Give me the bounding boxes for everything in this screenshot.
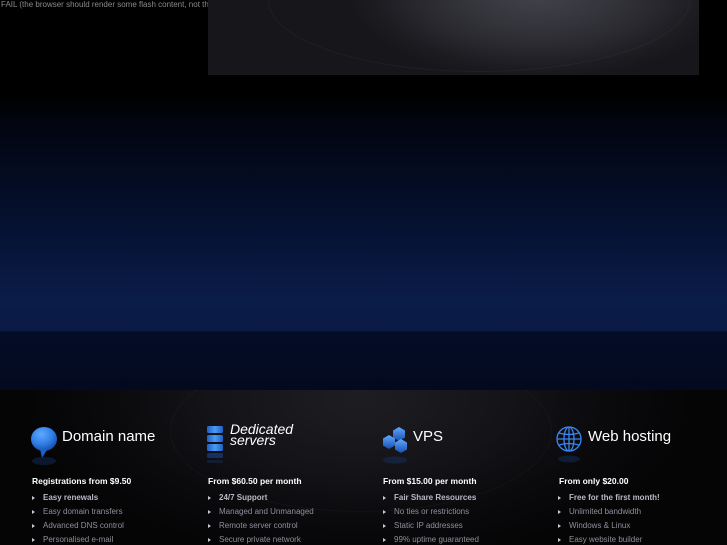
- bullet-icon: [383, 510, 386, 514]
- product-header[interactable]: Web hosting: [556, 420, 724, 466]
- bullet-icon: [208, 524, 211, 528]
- product-domain-name: Domain name Registrations from $9.50 Eas…: [30, 420, 198, 544]
- feature-list: Easy renewals Easy domain transfers Adva…: [32, 491, 124, 545]
- bullet-icon: [558, 524, 561, 528]
- feature-item: 24/7 Support: [208, 491, 314, 505]
- product-title: Dedicated servers: [230, 421, 294, 448]
- bullet-icon: [558, 510, 561, 514]
- bullet-icon: [208, 538, 211, 542]
- speech-bubble-icon: [31, 427, 57, 465]
- feature-list: 24/7 Support Managed and Unmanaged Remot…: [208, 491, 314, 545]
- product-header[interactable]: VPS: [381, 420, 549, 466]
- product-price: From $60.50 per month: [208, 476, 302, 486]
- feature-item: Fair Share Resources: [383, 491, 479, 505]
- flash-decor: [268, 0, 690, 72]
- product-header[interactable]: Domain name: [30, 420, 198, 466]
- product-price: Registrations from $9.50: [32, 476, 132, 486]
- product-title: VPS: [413, 428, 444, 445]
- feature-item: Windows & Linux: [558, 519, 660, 533]
- feature-list: Fair Share Resources No ties or restrict…: [383, 491, 479, 545]
- feature-list: Free for the first month! Unlimited band…: [558, 491, 660, 545]
- product-title: Web hosting: [588, 428, 672, 445]
- feature-item: Remote server control: [208, 519, 314, 533]
- bullet-icon: [208, 496, 211, 500]
- bullet-icon: [32, 538, 35, 542]
- product-header[interactable]: Dedicated servers: [206, 420, 374, 466]
- feature-item: No ties or restrictions: [383, 505, 479, 519]
- product-vps: VPS From $15.00 per month Fair Share Res…: [381, 420, 549, 544]
- feature-item: Free for the first month!: [558, 491, 660, 505]
- feature-item: Unlimited bandwidth: [558, 505, 660, 519]
- feature-item: 99% uptime guaranteed: [383, 533, 479, 545]
- bullet-icon: [383, 538, 386, 542]
- product-price: From only $20.00: [559, 476, 629, 486]
- product-dedicated-servers: Dedicated servers From $60.50 per month 2…: [206, 420, 374, 544]
- flash-fallback-text: FAIL (the browser should render some fla…: [1, 0, 220, 9]
- feature-item: Static IP addresses: [383, 519, 479, 533]
- bullet-icon: [32, 496, 35, 500]
- bullet-icon: [558, 538, 561, 542]
- product-title: Domain name: [62, 428, 156, 445]
- bullet-icon: [32, 524, 35, 528]
- products-section: Domain name Registrations from $9.50 Eas…: [0, 390, 727, 545]
- feature-item: Personalised e-mail: [32, 533, 124, 545]
- feature-item: Managed and Unmanaged: [208, 505, 314, 519]
- feature-item: Easy renewals: [32, 491, 124, 505]
- feature-item: Secure private network: [208, 533, 314, 545]
- feature-item: Advanced DNS control: [32, 519, 124, 533]
- feature-item: Easy domain transfers: [32, 505, 124, 519]
- product-web-hosting: Web hosting From only $20.00 Free for th…: [556, 420, 724, 544]
- bullet-icon: [558, 496, 561, 500]
- flash-content-area: [208, 0, 699, 75]
- bullet-icon: [383, 524, 386, 528]
- bullet-icon: [383, 496, 386, 500]
- hexagon-cluster-icon: [383, 427, 407, 464]
- feature-item: Easy website builder: [558, 533, 660, 545]
- product-price: From $15.00 per month: [383, 476, 477, 486]
- bullet-icon: [32, 510, 35, 514]
- bullet-icon: [208, 510, 211, 514]
- hero-banner: FAIL (the browser should render some fla…: [0, 0, 727, 390]
- globe-icon: [556, 426, 582, 463]
